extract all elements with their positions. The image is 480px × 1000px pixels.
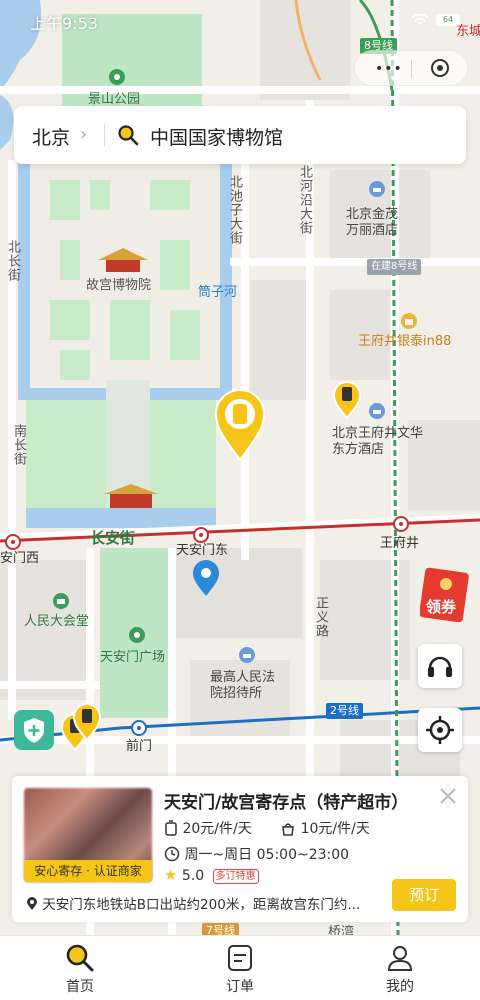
search-icon <box>118 125 139 146</box>
court-hotel-icon <box>239 647 255 663</box>
label-gugong: 故宫博物院 <box>86 278 152 293</box>
tab-orders-label: 订单 <box>226 979 254 995</box>
tab-profile[interactable]: 我的 <box>320 936 480 1000</box>
storage-pin-selected[interactable] <box>214 386 266 462</box>
chevron-right-icon[interactable]: › <box>80 124 87 145</box>
more-icon[interactable]: ••• <box>375 61 403 77</box>
city-selector[interactable]: 北京 <box>32 123 70 150</box>
status-bar: 上午9:53 64 <box>0 0 480 40</box>
price-small-luggage: 10元/件/天 <box>300 821 370 837</box>
label-renmin: 人民大会堂 <box>24 614 90 629</box>
tab-home[interactable]: 首页 <box>0 936 160 1000</box>
battery-icon: 64 <box>436 14 460 26</box>
label-square: 天安门广场 <box>100 650 166 665</box>
locate-button[interactable] <box>418 708 462 752</box>
miniapp-capsule: ••• <box>354 50 468 86</box>
label-wangfujing: 王府井 <box>380 536 420 551</box>
label-tongzihe: 筒子河 <box>198 285 238 300</box>
hours-row: 周一~周日 05:00~23:00 <box>164 844 349 864</box>
label-wangfujing-hotel: 北京王府井文华东方酒店 <box>332 426 424 457</box>
label-qiaowan: 桥湾 <box>328 925 355 935</box>
store-address: 天安门东地铁站B口出站约200米，距离故宫东门约... <box>42 897 361 913</box>
store-card[interactable]: 安心寄存 · 认证商家 天安门/故宫寄存点（特产超市） 20元/件/天 10元/… <box>12 776 468 922</box>
storage-pin[interactable] <box>332 380 362 420</box>
tab-bar: 首页 订单 我的 <box>0 935 480 1000</box>
subway-icon-qianmen <box>131 720 147 736</box>
discount-tag: 多订特惠 <box>212 868 259 884</box>
label-beichang: 北长街 <box>5 240 20 282</box>
map-pin-icon <box>27 897 37 910</box>
shield-plus-icon <box>24 718 44 743</box>
subway-icon-tiananmen-east <box>193 527 209 543</box>
hall-icon <box>53 593 69 609</box>
line7-badge: 7号线 <box>202 923 239 935</box>
palace-icon <box>98 248 148 272</box>
search-divider <box>104 124 105 146</box>
star-icon: ★ <box>164 866 178 884</box>
coupon-button[interactable]: 领券 <box>419 566 472 623</box>
suitcase-icon <box>165 820 177 836</box>
price-large-luggage: 20元/件/天 <box>182 821 252 837</box>
hotel-icon-jinmao <box>369 181 385 197</box>
business-hours: 周一~周日 05:00~23:00 <box>184 847 350 863</box>
location-pin-icon[interactable] <box>192 560 220 598</box>
rating-row: ★ 5.0 多订特惠 <box>164 866 259 884</box>
address-row: 天安门东地铁站B口出站约200米，距离故宫东门约... <box>26 893 360 913</box>
label-changan: 长安街 <box>90 529 136 547</box>
search-input[interactable]: 中国国家博物馆 <box>150 123 283 150</box>
label-tiananmen-west: 安门西 <box>0 551 40 566</box>
storage-pin[interactable] <box>72 702 102 742</box>
clock-icon <box>164 846 180 862</box>
tab-orders[interactable]: 订单 <box>160 936 320 1000</box>
certified-badge: 安心寄存 · 认证商家 <box>24 860 152 882</box>
orders-icon <box>228 945 252 971</box>
coupon-label: 领券 <box>426 598 457 616</box>
label-jinmao: 北京金茂万丽酒店 <box>346 207 399 238</box>
subway-icon-tiananmen-west <box>5 534 21 550</box>
search-bar[interactable]: 北京 › 中国国家博物馆 <box>14 106 466 164</box>
close-miniapp-icon[interactable] <box>431 59 449 77</box>
crosshair-icon <box>426 716 454 744</box>
user-icon <box>387 946 413 971</box>
label-beichizi: 北池子大街 <box>227 175 242 245</box>
mall-icon <box>401 313 417 329</box>
customer-service-button[interactable] <box>418 644 462 688</box>
wifi-icon <box>411 13 429 25</box>
capsule-divider <box>411 60 412 78</box>
safety-button[interactable] <box>14 710 54 750</box>
tab-home-label: 首页 <box>66 979 94 995</box>
label-yintai: 王府井银泰in88 <box>358 334 452 349</box>
label-zaijian8: 在建8号线 <box>367 259 422 275</box>
bag-icon <box>282 823 295 836</box>
hotel-icon-wangfujing <box>369 403 385 419</box>
label-nanchang: 南长街 <box>11 424 26 466</box>
store-title: 天安门/故宫寄存点（特产超市） <box>164 793 409 813</box>
label-beiheyan: 北河沿大街 <box>297 165 312 235</box>
label-court: 最高人民法院招待所 <box>210 670 276 701</box>
square-park-icon <box>129 627 145 643</box>
subway-icon-wangfujing <box>393 516 409 532</box>
close-icon[interactable] <box>436 784 460 808</box>
tiananmen-gate-icon <box>104 484 158 508</box>
book-button[interactable]: 预订 <box>392 879 456 911</box>
tab-profile-label: 我的 <box>386 979 414 995</box>
status-time: 上午9:53 <box>30 14 98 33</box>
park-icon <box>109 69 125 85</box>
label-zhengyi: 正义路 <box>313 596 328 638</box>
headset-icon <box>428 656 452 677</box>
line2-badge: 2号线 <box>326 703 363 719</box>
label-qianmen: 前门 <box>126 739 153 754</box>
price-row: 20元/件/天 10元/件/天 <box>164 818 370 838</box>
rating-value: 5.0 <box>181 868 205 884</box>
home-search-icon <box>66 944 94 972</box>
label-tiananmen-east: 天安门东 <box>176 543 229 558</box>
